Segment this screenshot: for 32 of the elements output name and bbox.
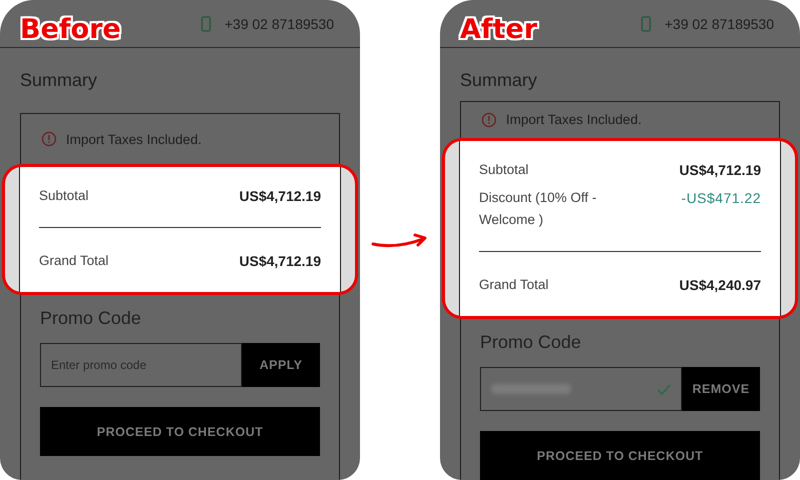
before-after-label: Before: [20, 14, 121, 45]
remove-button[interactable]: REMOVE: [682, 367, 760, 411]
subtotal-amount: US$4,712.19: [679, 161, 761, 180]
promo-title: Promo Code: [40, 308, 142, 329]
phone-number: +39 02 87189530: [664, 16, 774, 32]
promo-field[interactable]: Enter promo code: [40, 343, 242, 387]
promo-title: Promo Code: [480, 332, 582, 353]
total-label: Grand Total: [39, 252, 109, 270]
subtotal-amount: US$4,712.19: [239, 187, 321, 206]
promo-field[interactable]: [480, 367, 682, 411]
notice-text: Import Taxes Included.: [506, 112, 642, 128]
arrow-icon: [371, 232, 429, 248]
total-amount: US$4,240.97: [679, 276, 761, 295]
check-icon: [657, 384, 671, 394]
total-amount: US$4,712.19: [239, 252, 321, 271]
notice-text: Import Taxes Included.: [66, 132, 202, 146]
phone-number: +39 02 87189530: [224, 16, 334, 32]
before-after-label: After: [460, 14, 538, 45]
summary-title: Summary: [19, 69, 98, 92]
phone-icon: [640, 16, 651, 32]
discount-amount: -US$471.22: [681, 189, 761, 208]
phone-icon: [200, 16, 211, 32]
info-icon: [41, 131, 57, 147]
checkout-button[interactable]: PROCEED TO CHECKOUT: [40, 407, 320, 456]
subtotal-label: Subtotal: [479, 161, 529, 179]
checkout-button[interactable]: PROCEED TO CHECKOUT: [480, 431, 760, 480]
discount-label: Discount (10% Off - Welcome ): [479, 189, 598, 229]
summary-title: Summary: [459, 69, 538, 92]
info-icon: [481, 112, 497, 128]
total-label: Grand Total: [479, 276, 549, 294]
apply-button[interactable]: APPLY: [242, 343, 320, 387]
subtotal-label: Subtotal: [39, 187, 89, 205]
